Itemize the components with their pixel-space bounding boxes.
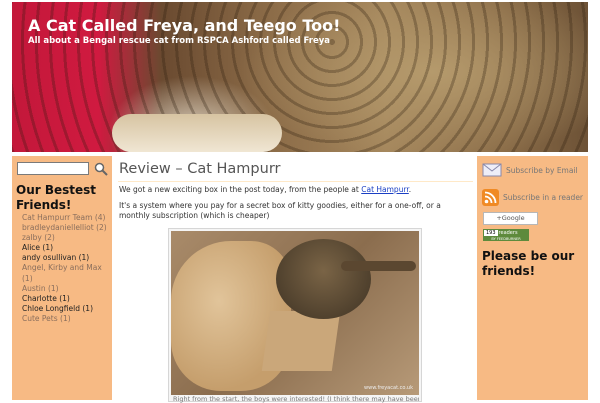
friends-heading: Our Bestest Friends! bbox=[16, 183, 97, 212]
add-to-google-button[interactable]: +Google bbox=[483, 212, 538, 225]
feedburner-credit: BY FEEDBURNER bbox=[491, 237, 521, 241]
photo-bengal-cat bbox=[276, 239, 371, 319]
photo-box bbox=[261, 311, 341, 371]
cat-hampurr-link[interactable]: Cat Hampurr bbox=[361, 185, 409, 194]
feedburner-readers-badge[interactable]: 193 readers BY FEEDBURNER bbox=[483, 229, 529, 241]
search-icon[interactable] bbox=[94, 161, 108, 176]
friend-link[interactable]: Angel, Kirby and Max (1) bbox=[22, 263, 102, 282]
friends-list-item: Charlotte (1) bbox=[22, 294, 112, 304]
header-banner: A Cat Called Freya, and Teego Too! All a… bbox=[12, 2, 588, 152]
envelope-icon[interactable] bbox=[482, 162, 502, 178]
main-content: Review – Cat Hampurr We got a new exciti… bbox=[112, 156, 477, 403]
rss-feed-icon[interactable] bbox=[482, 189, 499, 206]
post-intro-prefix: We got a new exciting box in the post to… bbox=[119, 185, 362, 194]
left-sidebar: Our Bestest Friends! Cat Hampurr Team (4… bbox=[12, 156, 112, 400]
subscribe-reader-link[interactable]: Subscribe in a reader bbox=[503, 193, 583, 202]
friends-list-item: Chloe Longfield (1) bbox=[22, 304, 112, 314]
post-photo-frame: www.freyacat.co.uk Right from the start,… bbox=[168, 228, 422, 403]
readers-label: readers bbox=[498, 230, 518, 236]
photo-cat-tail bbox=[341, 261, 416, 271]
post-title[interactable]: Review – Cat Hampurr bbox=[119, 161, 280, 177]
friend-link[interactable]: Charlotte (1) bbox=[22, 294, 70, 303]
search-input[interactable] bbox=[17, 162, 89, 175]
right-sidebar: Subscribe by Email Subscribe in a reader… bbox=[477, 156, 588, 400]
friends-list-item: bradleydaniellelliot (2) bbox=[22, 223, 112, 233]
site-description: All about a Bengal rescue cat from RSPCA… bbox=[28, 36, 330, 46]
subscribe-email-label: Subscribe by Email bbox=[506, 166, 578, 175]
title-divider bbox=[118, 181, 473, 182]
friend-link[interactable]: andy osullivan (1) bbox=[22, 253, 89, 262]
header-photo-paw bbox=[112, 114, 282, 152]
friend-link[interactable]: Alice (1) bbox=[22, 243, 53, 252]
friend-link[interactable]: bradleydaniellelliot (2) bbox=[22, 223, 107, 232]
friends-list-item: Austin (1) bbox=[22, 284, 112, 294]
photo-caption: Right from the start, the boys were inte… bbox=[173, 395, 419, 403]
subscribe-email-row: Subscribe by Email bbox=[482, 162, 578, 178]
friend-link[interactable]: Cute Pets (1) bbox=[22, 314, 71, 323]
friends-list-item: zalby (2) bbox=[22, 233, 112, 243]
please-friends-heading: Please be our friends! bbox=[482, 249, 575, 278]
friends-list-item: andy osullivan (1) bbox=[22, 253, 112, 263]
subscribe-email-link[interactable]: Subscribe by Email bbox=[506, 166, 578, 175]
friends-list-item: Cat Hampurr Team (4) bbox=[22, 213, 112, 223]
post-intro-suffix: . bbox=[408, 185, 412, 194]
site-title[interactable]: A Cat Called Freya, and Teego Too! bbox=[28, 16, 340, 35]
post-intro: We got a new exciting box in the post to… bbox=[119, 185, 411, 194]
post-paragraph: It's a system where you pay for a secret… bbox=[119, 201, 441, 220]
photo-watermark: www.freyacat.co.uk bbox=[364, 385, 413, 391]
readers-count: 193 bbox=[484, 230, 498, 236]
friend-link[interactable]: Cat Hampurr Team (4) bbox=[22, 213, 105, 222]
subscribe-reader-label: Subscribe in a reader bbox=[503, 193, 583, 202]
friend-link[interactable]: Austin (1) bbox=[22, 284, 59, 293]
friends-list-item: Cute Pets (1) bbox=[22, 314, 112, 324]
friends-list-item: Angel, Kirby and Max (1) bbox=[22, 263, 112, 283]
friend-link[interactable]: zalby (2) bbox=[22, 233, 55, 242]
subscribe-reader-row: Subscribe in a reader bbox=[482, 189, 583, 206]
friends-list-item: Alice (1) bbox=[22, 243, 112, 253]
friends-list: Cat Hampurr Team (4) bradleydaniellellio… bbox=[22, 213, 112, 324]
friend-link[interactable]: Chloe Longfield (1) bbox=[22, 304, 93, 313]
post-photo[interactable]: www.freyacat.co.uk bbox=[171, 231, 419, 395]
